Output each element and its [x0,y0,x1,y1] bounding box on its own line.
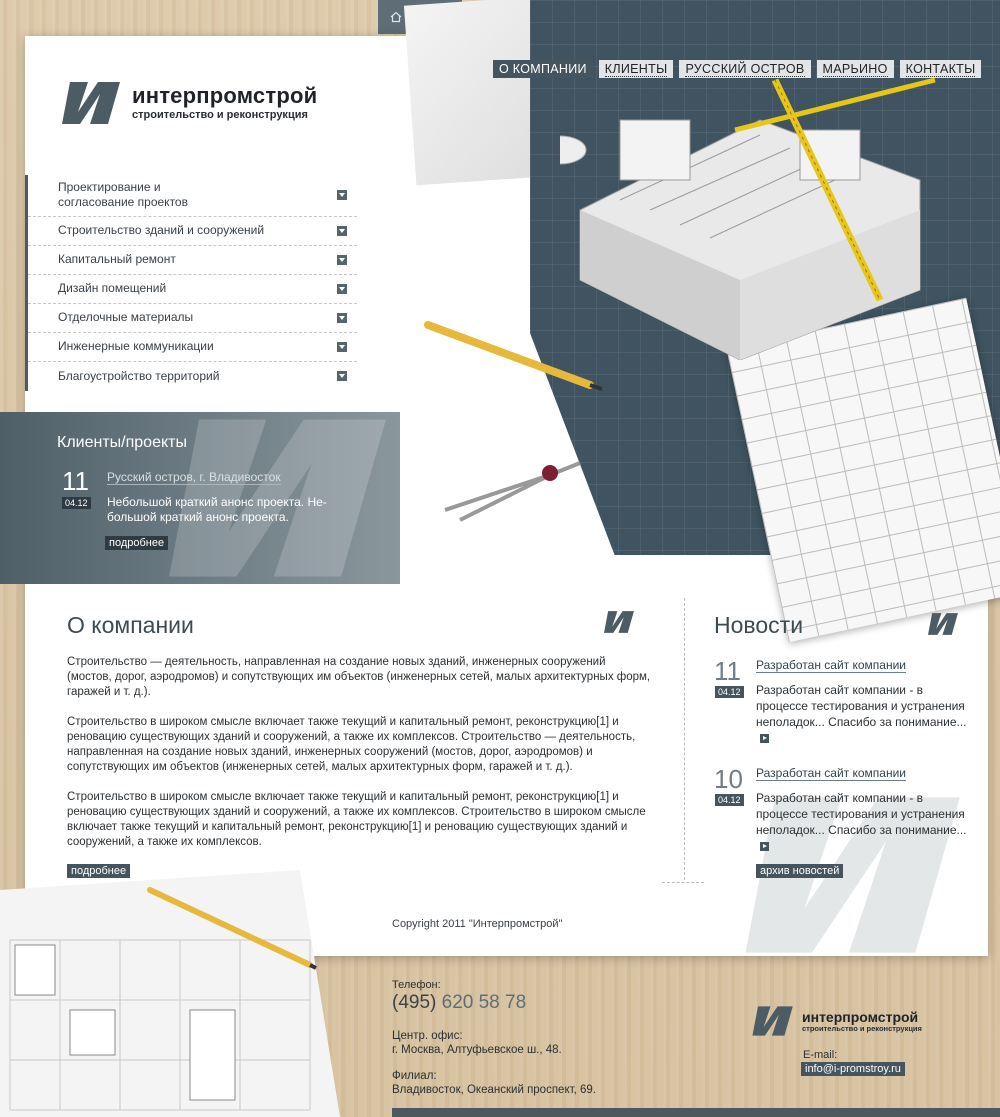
news-item: 11 04.12 Разработан сайт компании Разраб… [714,656,967,746]
clients-panel: Клиенты/проекты 11 04.12 Русский остров,… [0,412,400,584]
clients-more-button[interactable]: подробнее [105,536,169,550]
footer-logo-tagline: строительство и реконструкция [802,1023,922,1033]
home-icon[interactable] [389,10,403,24]
footer-bar [392,1108,1000,1117]
nav-maryino[interactable]: Марьино [816,60,894,78]
news-title: Новости [714,612,804,638]
services-menu: Проектирование и согласование проектов С… [25,175,357,391]
news-archive-button[interactable]: архив новостей [756,864,844,878]
clients-date-day: 11 [62,466,89,496]
clients-date-month: 04.12 [62,497,91,509]
chevron-down-icon [337,341,347,352]
menu-item-construction[interactable]: Строительство зданий и сооружений [28,217,357,246]
news-title-link[interactable]: Разработан сайт компании [756,766,906,781]
nav-russky-island[interactable]: Русский остров [679,60,811,78]
floorplan-model-decoration [0,870,340,1117]
about-text: Строительство — деятельность, направленн… [67,655,652,865]
email-link[interactable]: info@i-promstroy.ru [801,1062,905,1076]
chevron-down-icon [337,283,347,294]
office-label: Центр. офис: [392,1030,463,1042]
nav-contacts[interactable]: Контакты [899,60,982,78]
about-paragraph: Строительство в широком смысле включает … [67,716,636,773]
logo-mark-icon [928,613,958,635]
arrow-right-icon[interactable] [760,734,769,744]
menu-item-finishing-materials[interactable]: Отделочные материалы [28,304,357,333]
pencil-compass-decoration [424,321,603,522]
news-date-month: 04.12 [715,686,744,698]
about-paragraph: Строительство — деятельность, направленн… [67,656,651,698]
site-logo[interactable]: интерпромстрой строительство и реконстру… [62,80,317,126]
clients-title: Клиенты/проекты [57,434,187,451]
footer-logo[interactable]: интерпромстрой строительство и реконстру… [752,1005,922,1037]
clients-project-text: Небольшой краткий анонс проекта. Не-боль… [107,495,327,524]
copyright: Copyright 2011 "Интерпромстрой" [392,918,563,930]
logo-name: интерпромстрой [132,83,318,108]
chevron-down-icon [337,312,347,323]
logo-tagline: строительство и реконструкция [132,109,308,121]
main-nav: О компании Клиенты Русский остров Марьин… [493,60,982,78]
news-title-link[interactable]: Разработан сайт компании [756,658,906,673]
chevron-down-icon [337,254,347,265]
news-date-day: 11 [714,656,741,686]
menu-item-landscaping[interactable]: Благоустройство территорий [28,362,357,391]
clients-project-link[interactable]: Русский остров, г. Владивосток [107,470,281,485]
menu-item-capital-repair[interactable]: Капитальный ремонт [28,246,357,275]
chevron-down-icon [337,225,347,236]
branch-label: Филиал: [392,1070,437,1082]
news-text: Разработан сайт компании - в процессе те… [756,790,971,854]
logo-mark-icon [752,1006,793,1036]
news-text: Разработан сайт компании - в процессе те… [756,682,971,746]
office-address: г. Москва, Алтуфьевское ш., 48. [392,1044,562,1056]
nav-clients[interactable]: Клиенты [598,60,674,78]
logo-mark-icon [62,82,120,124]
email-label: E-mail: [803,1049,838,1061]
phone-number: (495) 620 58 78 [392,992,527,1013]
about-title: О компании [67,612,194,638]
building-model-image [560,77,936,360]
phone-label: Телефон: [392,979,441,991]
arrow-right-icon[interactable] [760,842,769,852]
about-paragraph: Строительство в широком смысле включает … [67,791,646,848]
logo-mark-icon [604,611,634,633]
news-date-month: 04.12 [715,794,744,806]
menu-item-engineering[interactable]: Инженерные коммуникации [28,333,357,362]
chevron-down-icon [337,371,347,381]
menu-item-interior-design[interactable]: Дизайн помещений [28,275,357,304]
nav-about[interactable]: О компании [493,60,593,78]
section-divider [662,882,704,883]
news-date-day: 10 [714,764,743,794]
section-divider [684,598,685,880]
news-item: 10 04.12 Разработан сайт компании Разраб… [714,764,967,854]
footer-logo-name: интерпромстрой [802,1008,919,1025]
branch-address: Владивосток, Океанский проспект, 69. [392,1084,596,1096]
menu-item-design-approval[interactable]: Проектирование и согласование проектов [28,175,357,217]
chevron-down-icon [337,190,347,200]
